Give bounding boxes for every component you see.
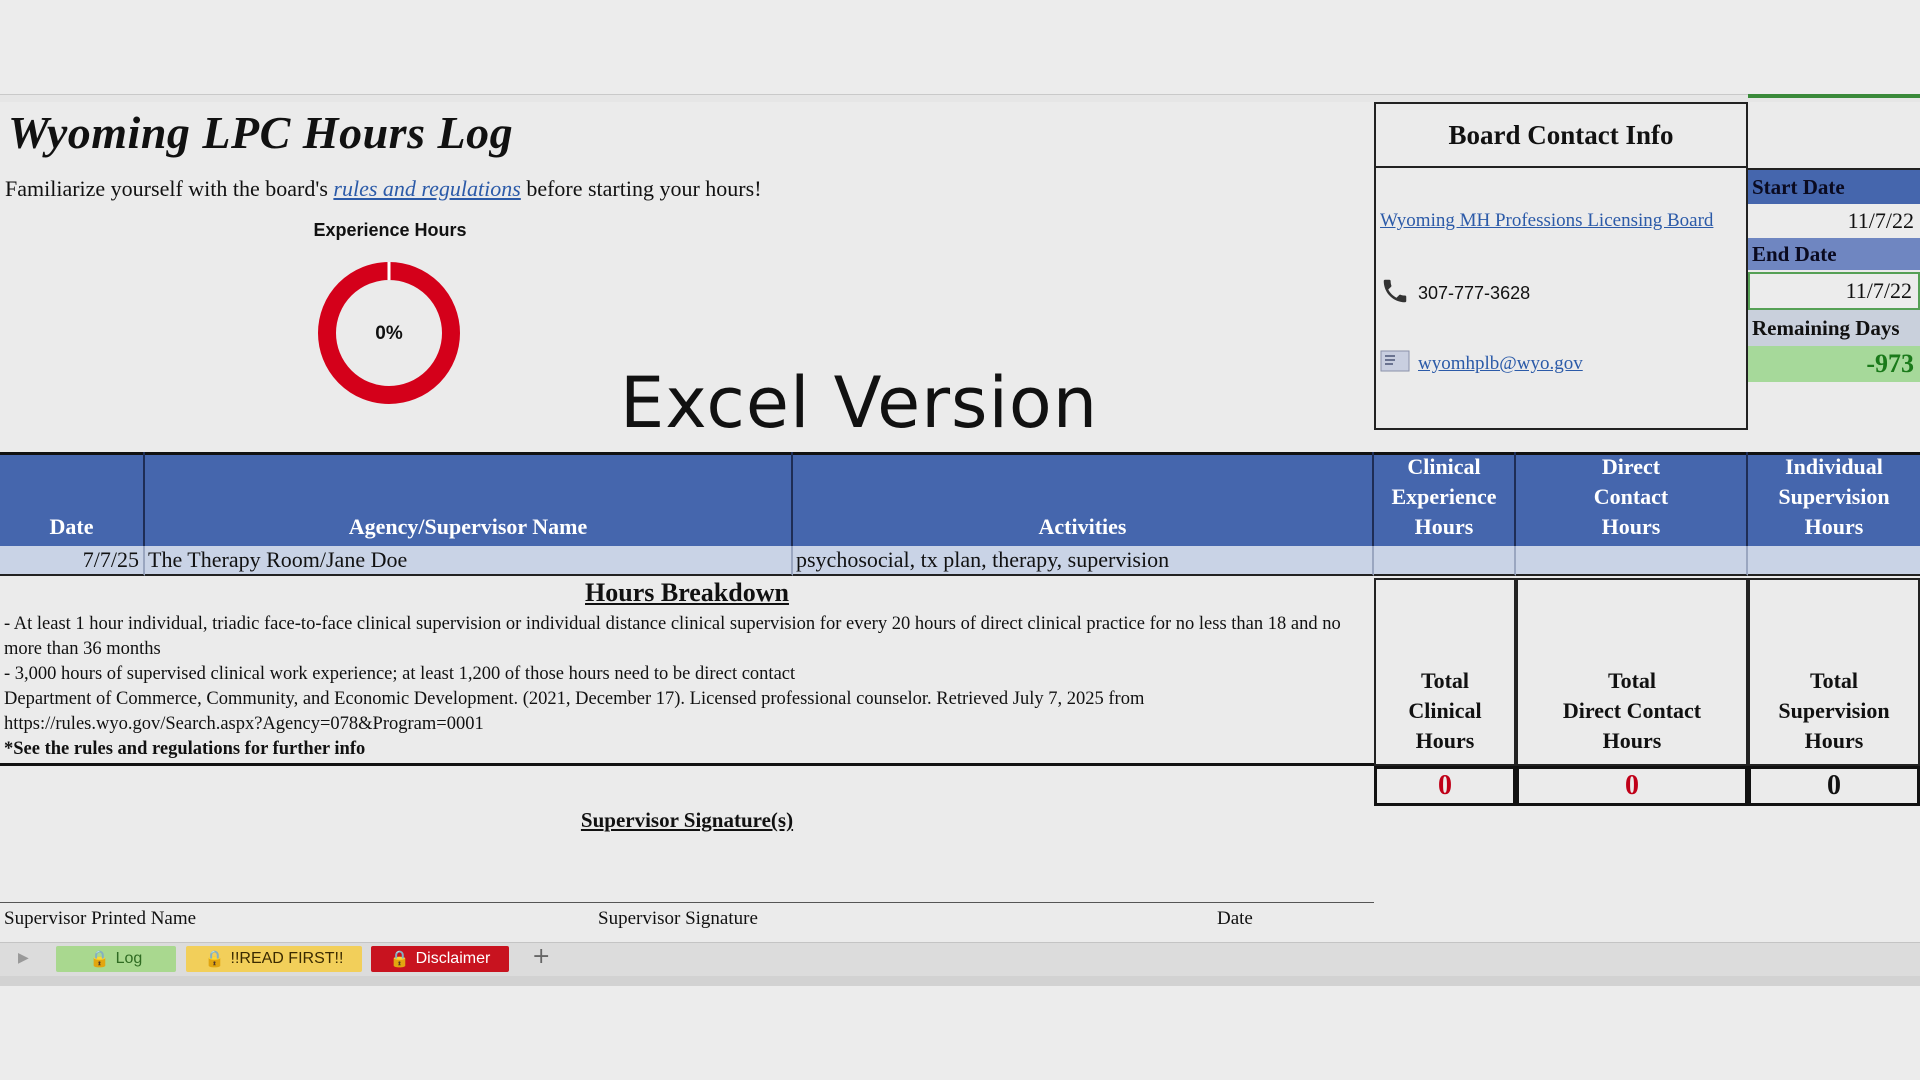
signature-label: Supervisor Signature <box>598 908 758 929</box>
lock-icon: 🔒 <box>204 951 225 968</box>
printed-name-label: Supervisor Printed Name <box>4 908 197 929</box>
breakdown-line-4: *See the rules and regulations for furth… <box>4 739 366 759</box>
column-header-strip <box>0 94 1920 102</box>
breakdown-title: Hours Breakdown <box>585 578 789 607</box>
table-cell-direct[interactable] <box>1516 546 1748 576</box>
signature-title: Supervisor Signature(s) <box>580 808 794 832</box>
selected-cell-indicator <box>1748 94 1920 98</box>
tab-log[interactable]: 🔒 Log <box>56 946 176 972</box>
table-cell-date[interactable]: 7/7/25 <box>0 546 145 576</box>
header-date: Date <box>0 452 145 546</box>
table-cell-clinical[interactable] <box>1374 546 1516 576</box>
tab-read-first-label: !!READ FIRST!! <box>230 950 344 967</box>
header-activities: Activities <box>793 452 1374 546</box>
breakdown-line-2: - 3,000 hours of supervised clinical wor… <box>4 664 796 684</box>
email-row: wyomhplb@wyo.gov <box>1380 350 1583 378</box>
experience-ring-chart: 0% <box>314 258 464 408</box>
date-label: Date <box>1217 908 1253 929</box>
status-bar <box>0 976 1920 986</box>
tab-disclaimer-label: Disclaimer <box>415 950 491 967</box>
remaining-days-label: Remaining Days <box>1748 310 1920 346</box>
breakdown-text: - At least 1 hour individual, triadic fa… <box>4 612 1370 762</box>
tab-log-label: Log <box>115 950 143 967</box>
subtitle: Familiarize yourself with the board's ru… <box>5 176 762 202</box>
email-link[interactable]: wyomhplb@wyo.gov <box>1418 353 1583 375</box>
lock-icon: 🔒 <box>389 951 410 968</box>
ring-chart-title: Experience Hours <box>313 220 467 240</box>
phone-row: 307-777-3628 <box>1380 276 1530 311</box>
tab-disclaimer[interactable]: 🔒 Disclaimer <box>371 946 509 972</box>
table-cell-agency[interactable]: The Therapy Room/Jane Doe <box>145 546 793 576</box>
start-date-cell[interactable]: 11/7/22 <box>1748 204 1920 238</box>
phone-icon <box>1380 276 1410 311</box>
rules-link[interactable]: rules and regulations <box>333 176 520 201</box>
breakdown-line-3: Department of Commerce, Community, and E… <box>4 689 1145 734</box>
excel-version-overlay: Excel Version <box>620 362 1099 444</box>
remaining-days-cell[interactable]: -973 <box>1748 346 1920 382</box>
header-direct-contact-hours: Direct Contact Hours <box>1516 452 1748 546</box>
total-supervision-label: Total Supervision Hours <box>1748 578 1920 766</box>
end-date-cell[interactable]: 11/7/22 <box>1748 272 1920 310</box>
subtitle-after: before starting your hours! <box>520 176 762 201</box>
tab-read-first[interactable]: 🔒 !!READ FIRST!! <box>186 946 362 972</box>
total-supervision-value[interactable]: 0 <box>1748 766 1920 806</box>
header-supervision-hours: Individual Supervision Hours <box>1778 454 1890 539</box>
start-date-label: Start Date <box>1748 168 1920 204</box>
total-direct-value[interactable]: 0 <box>1516 766 1748 806</box>
lock-icon: 🔒 <box>89 951 110 968</box>
phone-number: 307-777-3628 <box>1418 283 1531 303</box>
email-icon <box>1380 350 1410 378</box>
header-clinical-hours: Clinical Experience Hours <box>1374 452 1516 546</box>
subtitle-before: Familiarize yourself with the board's <box>5 176 334 201</box>
signature-line <box>0 902 1374 903</box>
ring-value: 0% <box>375 323 403 344</box>
total-clinical-value[interactable]: 0 <box>1374 766 1516 806</box>
board-link[interactable]: Wyoming MH Professions Licensing Board <box>1380 210 1713 232</box>
add-sheet-button[interactable]: + <box>532 944 550 969</box>
header-agency: Agency/Supervisor Name <box>145 452 793 546</box>
board-contact-title: Board Contact Info <box>1374 102 1748 168</box>
end-date-label: End Date <box>1748 238 1920 270</box>
page-title: Wyoming LPC Hours Log <box>8 107 514 158</box>
table-cell-activities[interactable]: psychosocial, tx plan, therapy, supervis… <box>793 546 1374 576</box>
total-clinical-label: Total Clinical Hours <box>1374 578 1516 766</box>
total-direct-label: Total Direct Contact Hours <box>1516 578 1748 766</box>
tab-scroll-icon[interactable]: ▶ <box>18 950 29 966</box>
breakdown-line-1: - At least 1 hour individual, triadic fa… <box>4 614 1341 659</box>
table-cell-supervision[interactable] <box>1748 546 1920 576</box>
